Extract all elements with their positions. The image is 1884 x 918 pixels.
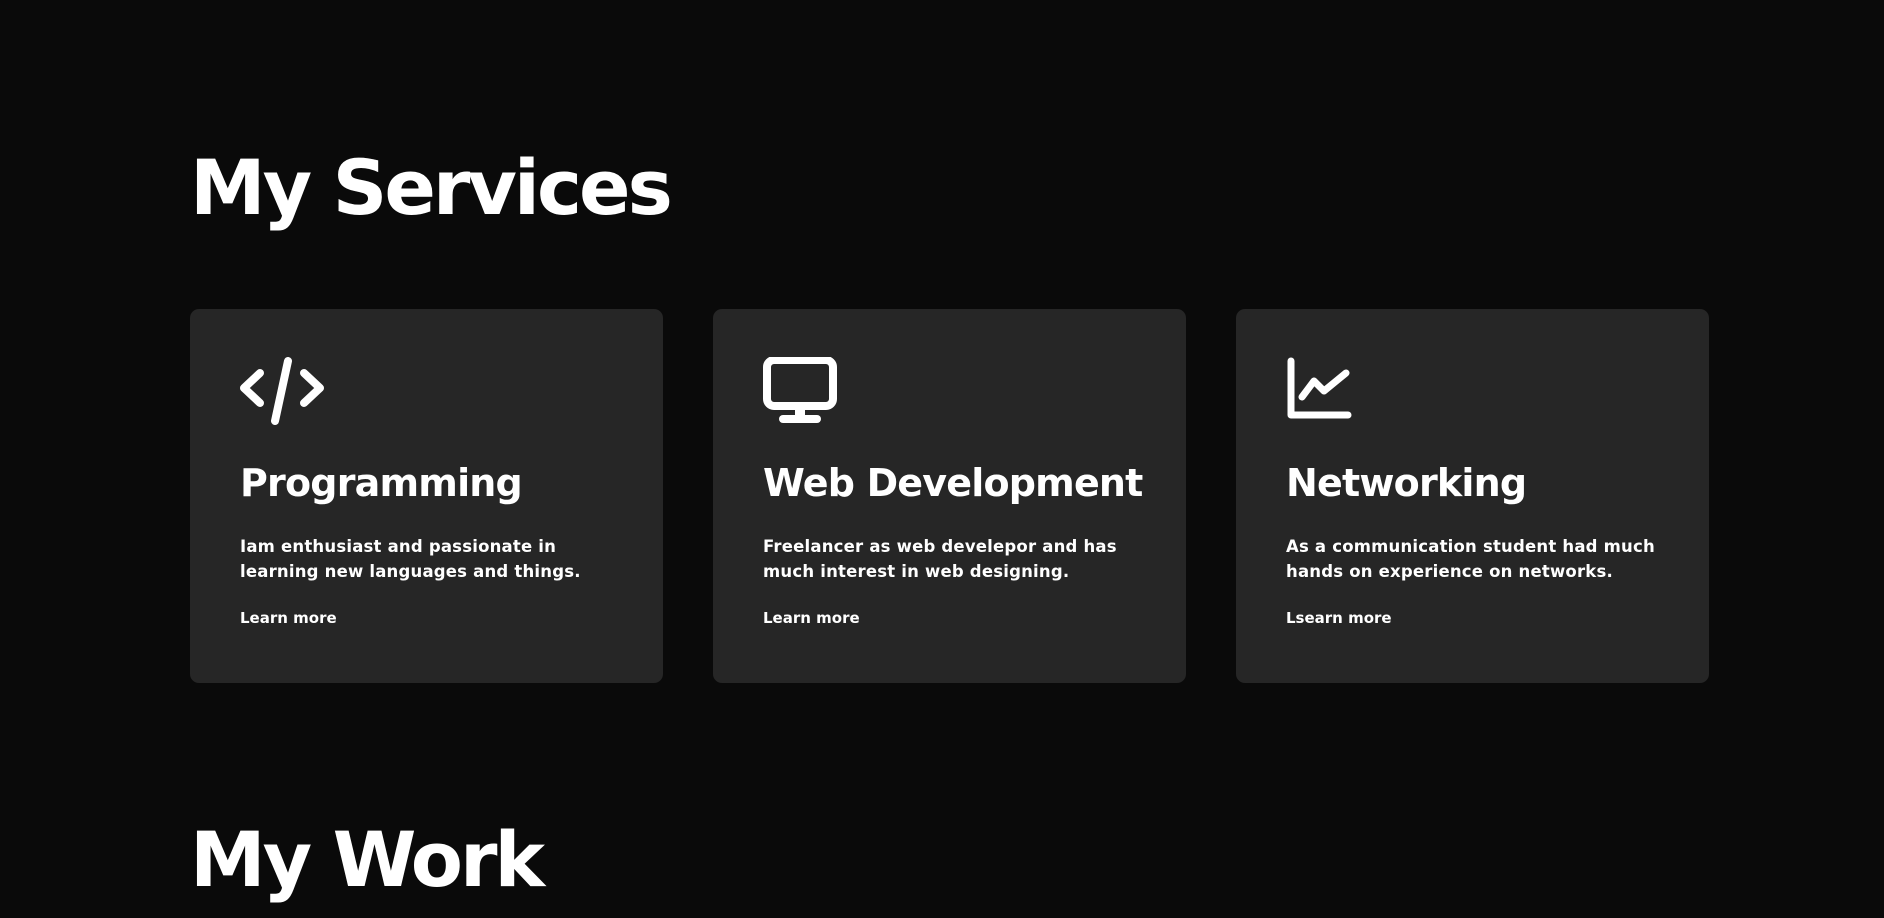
desktop-icon	[763, 357, 1137, 429]
service-card-programming: Programming Iam enthusiast and passionat…	[190, 309, 663, 683]
learn-more-link[interactable]: Learn more	[763, 609, 860, 627]
service-card-networking: Networking As a communication student ha…	[1236, 309, 1709, 683]
learn-more-link[interactable]: Learn more	[240, 609, 337, 627]
service-card-title: Web Development	[763, 461, 1143, 505]
work-heading: My Work	[190, 815, 545, 904]
service-card-description: Iam enthusiast and passionate in learnin…	[240, 536, 581, 581]
service-card-web-development: Web Development Freelancer as web devele…	[713, 309, 1186, 683]
page: My Services Programming Iam enthusiast a…	[0, 0, 1884, 918]
service-card-title: Networking	[1286, 461, 1527, 505]
learn-more-link[interactable]: Lsearn more	[1286, 609, 1392, 627]
service-card-description: Freelancer as web develepor and has much…	[763, 536, 1117, 581]
services-heading: My Services	[190, 143, 673, 232]
services-cards: Programming Iam enthusiast and passionat…	[190, 309, 1709, 683]
service-card-title: Programming	[240, 461, 523, 505]
code-icon	[240, 357, 614, 429]
service-card-description: As a communication student had much hand…	[1286, 536, 1655, 581]
line-chart-icon	[1286, 357, 1660, 429]
